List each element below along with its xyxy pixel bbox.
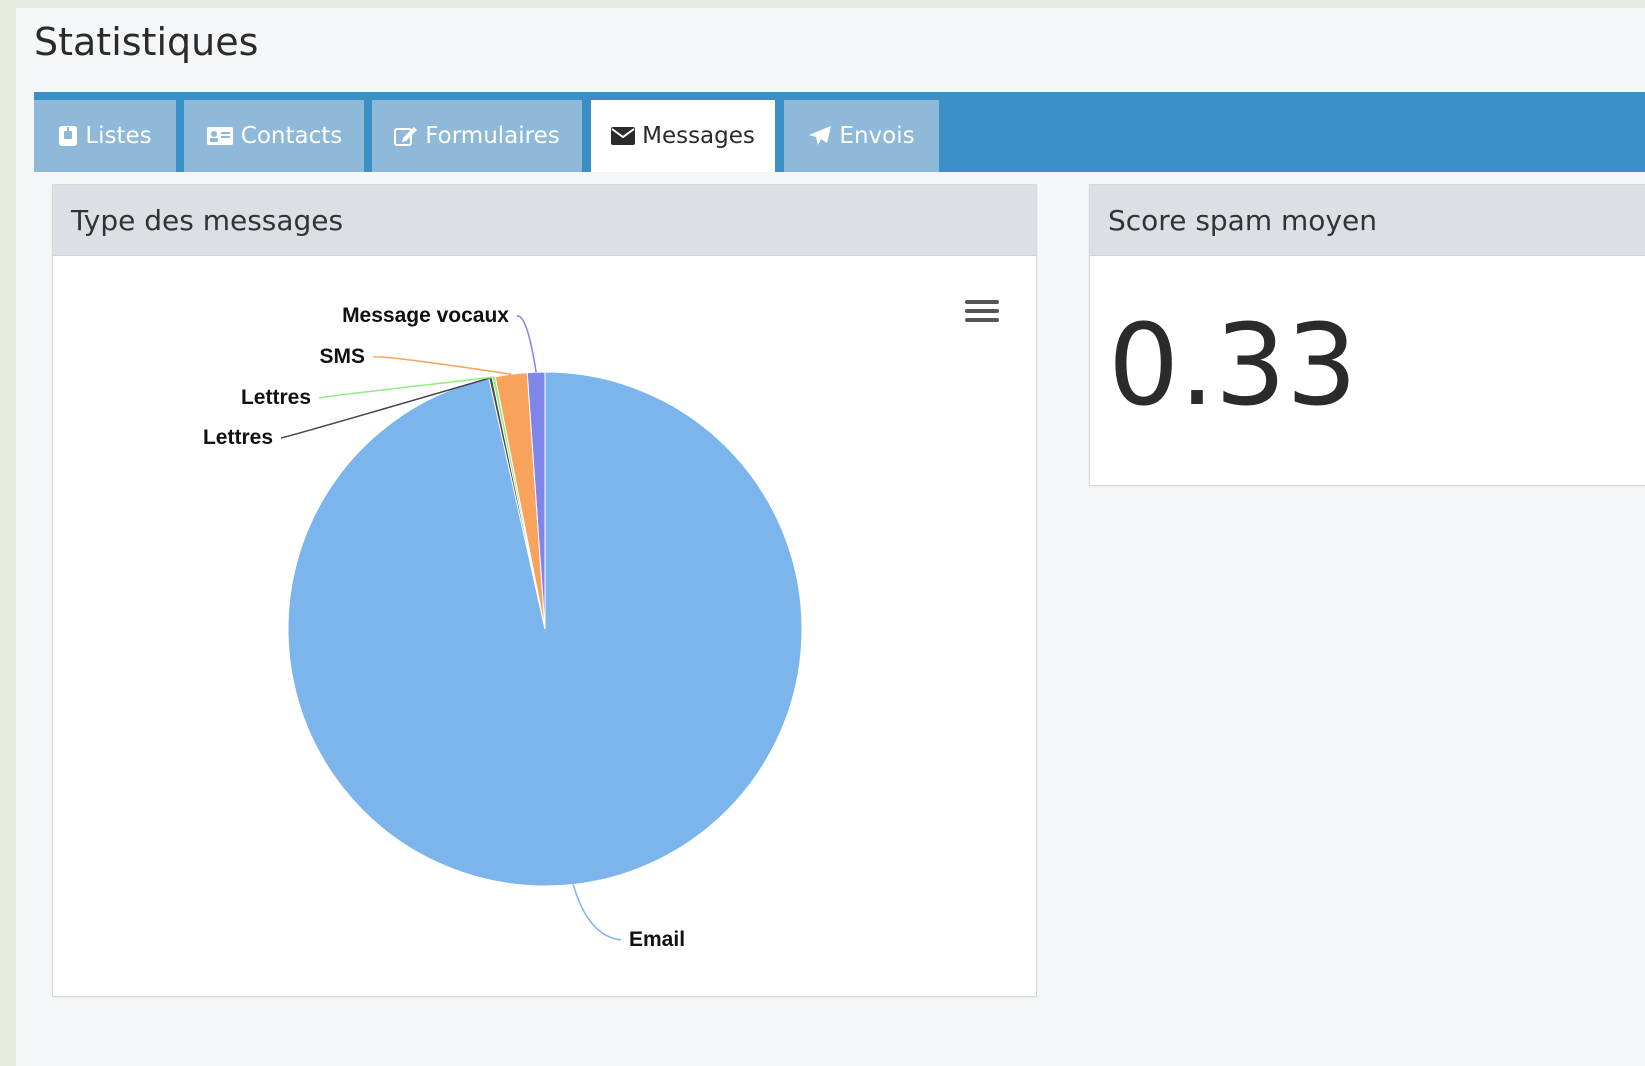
page-title: Statistiques [34, 20, 259, 64]
tab-contacts[interactable]: Contacts [184, 100, 364, 172]
message-types-card-title: Type des messages [53, 185, 1036, 256]
spam-score-card: Score spam moyen 0.33 [1089, 184, 1645, 486]
spam-score-card-title: Score spam moyen [1090, 185, 1645, 256]
contact-card-icon [206, 126, 234, 146]
pie-chart: Email Lettres Lettres SMS Message vocaux [203, 304, 803, 951]
pie-label-4: Message vocaux [342, 304, 509, 327]
tab-label: Envois [839, 123, 915, 149]
edit-icon [394, 125, 418, 147]
tab-label: Listes [85, 123, 152, 149]
tab-messages[interactable]: Messages [591, 100, 775, 172]
pie-label-0: Email [629, 928, 685, 951]
tab-label: Contacts [240, 123, 343, 149]
tab-bar: Listes Contacts Formulaires Messages Env… [34, 92, 1645, 172]
tab-listes[interactable]: Listes [34, 100, 176, 172]
pie-label-1: Lettres [203, 426, 273, 449]
spam-score-value: 0.33 [1108, 301, 1358, 431]
tab-envois[interactable]: Envois [784, 100, 939, 172]
tab-formulaires[interactable]: Formulaires [372, 100, 582, 172]
pie-connector-0 [572, 884, 622, 941]
tab-label: Messages [642, 123, 755, 149]
pie-connector-3 [372, 356, 512, 375]
tab-label: Formulaires [425, 123, 560, 149]
pie-label-3: SMS [319, 345, 365, 368]
pie-label-2: Lettres [241, 386, 311, 409]
message-types-card: Type des messages Email Lettres Lettres SMS… [52, 184, 1037, 997]
envelope-icon [611, 127, 636, 145]
list-icon [58, 125, 78, 147]
pie-connector-4 [516, 315, 537, 373]
paper-plane-icon [808, 125, 832, 147]
statistics-page: Statistiques Listes Contacts Formulaires… [16, 8, 1645, 1066]
